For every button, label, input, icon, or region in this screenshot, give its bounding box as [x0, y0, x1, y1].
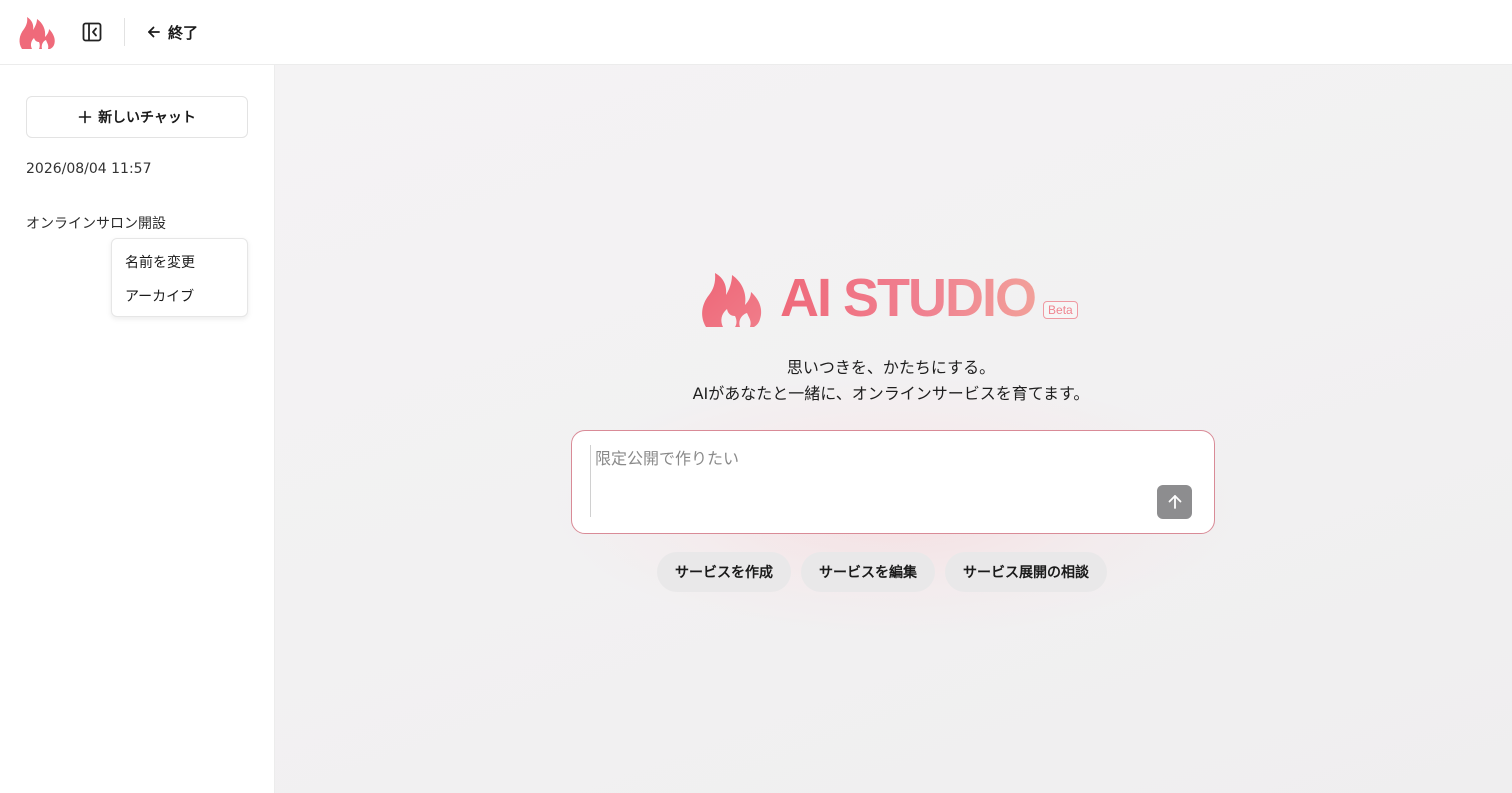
- sidebar: 新しいチャット 2026/08/04 11:57 オンラインサロン開設 名前を変…: [0, 65, 275, 793]
- history-item[interactable]: 2026/08/04 11:57: [26, 161, 152, 177]
- flame-logo-icon[interactable]: [18, 13, 60, 51]
- suggestion-chip-edit[interactable]: サービスを編集: [801, 552, 935, 592]
- top-header: 終了: [0, 0, 1512, 65]
- menu-item-archive[interactable]: アーカイブ: [125, 286, 194, 306]
- new-chat-label: 新しいチャット: [98, 110, 196, 126]
- header-divider: [124, 18, 125, 46]
- sidebar-toggle-button[interactable]: [78, 18, 106, 46]
- plus-icon: [78, 110, 92, 124]
- suggestion-chip-create[interactable]: サービスを作成: [657, 552, 791, 592]
- tagline-line-1: 思いつきを、かたちにする。: [786, 358, 996, 377]
- send-button[interactable]: [1157, 485, 1192, 519]
- tagline-line-2: AIがあなたと一緒に、オンラインサービスを育てます。: [692, 384, 1090, 403]
- brand-name: AI STUDIO: [780, 268, 1037, 328]
- beta-badge: Beta: [1043, 301, 1078, 319]
- prompt-input[interactable]: [590, 445, 1150, 517]
- exit-label: 終了: [168, 23, 199, 42]
- prompt-composer: [571, 430, 1215, 534]
- suggestion-chip-consult[interactable]: サービス展開の相談: [945, 552, 1107, 592]
- history-item[interactable]: オンラインサロン開設: [26, 213, 166, 233]
- new-chat-button[interactable]: 新しいチャット: [26, 96, 248, 138]
- brand-logo: AI STUDIO Beta: [700, 263, 1078, 329]
- menu-item-rename[interactable]: 名前を変更: [125, 252, 195, 272]
- flame-brand-icon: [702, 273, 762, 327]
- history-context-menu: 名前を変更 アーカイブ: [111, 238, 248, 317]
- exit-button[interactable]: 終了: [146, 18, 198, 46]
- app-root: 終了 新しいチャット 2026/08/04 11:57 オンラインサロン開設 名…: [0, 0, 1512, 793]
- sidebar-toggle-icon: [82, 22, 102, 42]
- arrow-up-icon: [1168, 495, 1181, 509]
- suggestion-chips: サービスを作成 サービスを編集 サービス展開の相談: [657, 552, 1107, 592]
- main-area: AI STUDIO Beta 思いつきを、かたちにする。 AIがあなたと一緒に、…: [275, 65, 1512, 793]
- arrow-left-icon: [148, 26, 160, 38]
